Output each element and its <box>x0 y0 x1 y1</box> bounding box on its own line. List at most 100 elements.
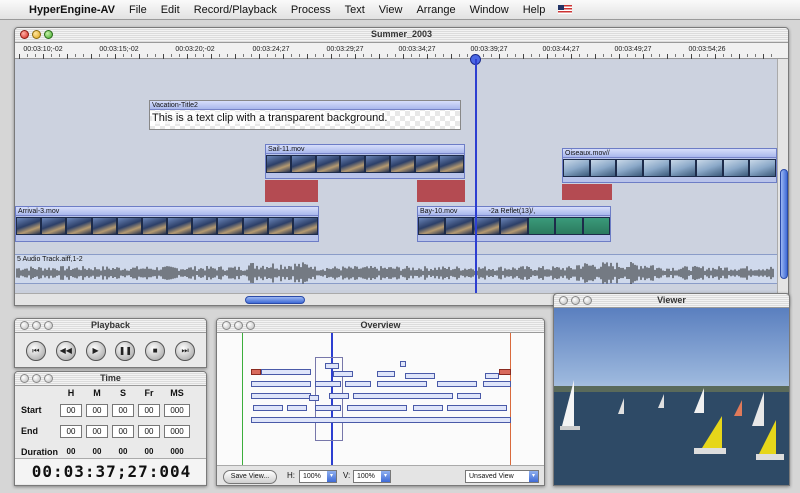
transition-marker[interactable] <box>417 180 465 202</box>
ruler-tick <box>395 54 396 57</box>
frame-thumbnail <box>419 218 445 234</box>
timeline-titlebar[interactable]: Summer_2003 <box>15 28 788 43</box>
menu-app-name[interactable]: HyperEngine-AV <box>22 0 122 20</box>
ruler-tick <box>675 54 676 57</box>
overview-clip[interactable] <box>315 405 341 411</box>
start-frames-field[interactable]: 00 <box>138 404 160 417</box>
overview-clip[interactable] <box>251 369 261 375</box>
ruler-tick <box>483 54 484 57</box>
overview-clip[interactable] <box>325 363 339 369</box>
overview-clip[interactable] <box>437 381 477 387</box>
video-clip[interactable]: Arrival-3.mov <box>15 206 319 242</box>
start-seconds-field[interactable]: 00 <box>112 404 134 417</box>
overview-viewport-frame[interactable] <box>315 357 343 441</box>
menu-file[interactable]: File <box>122 0 154 20</box>
ruler-tick <box>515 54 516 57</box>
horizontal-zoom-select[interactable]: 100% ▾ <box>299 470 337 483</box>
us-flag-icon[interactable] <box>558 5 573 14</box>
menu-text[interactable]: Text <box>338 0 372 20</box>
ruler-tick <box>523 54 524 59</box>
overview-clip[interactable] <box>347 405 407 411</box>
vertical-zoom-select[interactable]: 100% ▾ <box>353 470 391 483</box>
text-clip[interactable]: Vacation-Title2 This is a text clip with… <box>149 100 461 130</box>
frame-thumbnail <box>168 218 192 234</box>
vertical-scroll-thumb[interactable] <box>780 169 788 279</box>
menu-window[interactable]: Window <box>463 0 516 20</box>
time-ruler[interactable]: 00:03:10;-02 00:03:15;-02 00:03:20;-02 0… <box>15 43 788 59</box>
transition-marker[interactable] <box>265 180 318 202</box>
viewer-titlebar[interactable]: Viewer <box>554 294 789 308</box>
ruler-tick <box>419 54 420 57</box>
frame-thumbnail <box>142 218 167 234</box>
start-ms-field[interactable]: 000 <box>164 404 190 417</box>
menu-help[interactable]: Help <box>516 0 553 20</box>
step-back-button[interactable]: ◀◀ <box>55 340 76 361</box>
overview-clip[interactable] <box>333 371 353 377</box>
overview-clip[interactable] <box>253 405 283 411</box>
pause-button[interactable]: ❚❚ <box>115 340 136 361</box>
audio-track[interactable]: 5 Audio Track.aiff,1-2 <box>15 254 777 285</box>
time-titlebar[interactable]: Time <box>15 372 206 386</box>
vertical-scrollbar[interactable] <box>777 59 788 293</box>
video-clip[interactable]: Bay-10.mov -2a Reflet(13)/, <box>417 206 611 242</box>
overview-clip[interactable] <box>377 371 395 377</box>
ruler-tick <box>723 54 724 57</box>
vertical-zoom-label: V: <box>343 471 351 480</box>
playhead-line[interactable] <box>475 59 477 305</box>
menu-record-playback[interactable]: Record/Playback <box>187 0 284 20</box>
overview-clip[interactable] <box>345 381 371 387</box>
rewind-to-start-button[interactable]: ⏮ <box>25 340 46 361</box>
transition-marker[interactable] <box>562 184 612 200</box>
playback-titlebar[interactable]: Playback <box>15 319 206 333</box>
save-view-button[interactable]: Save View... <box>223 470 277 484</box>
ruler-tick <box>347 54 348 57</box>
ruler-tick <box>67 54 68 59</box>
overview-clip[interactable] <box>309 395 319 401</box>
menu-process[interactable]: Process <box>284 0 338 20</box>
overview-clip[interactable] <box>413 405 443 411</box>
overview-clip[interactable] <box>447 405 507 411</box>
stop-button[interactable]: ■ <box>145 340 166 361</box>
menu-edit[interactable]: Edit <box>154 0 187 20</box>
overview-clip[interactable] <box>251 381 311 387</box>
overview-clip[interactable] <box>353 393 453 399</box>
ruler-tick <box>235 54 236 59</box>
ruler-tick <box>43 54 44 59</box>
horizontal-scroll-thumb[interactable] <box>245 296 305 304</box>
menu-view[interactable]: View <box>372 0 410 20</box>
overview-canvas[interactable] <box>217 333 544 465</box>
ruler-tick <box>627 54 628 57</box>
overview-clip[interactable] <box>499 369 511 375</box>
start-minutes-field[interactable]: 00 <box>86 404 108 417</box>
overview-clip[interactable] <box>405 373 435 379</box>
end-ms-field[interactable]: 000 <box>164 425 190 438</box>
saved-view-select[interactable]: Unsaved View ▾ <box>465 470 539 483</box>
start-hours-field[interactable]: 00 <box>60 404 82 417</box>
overview-clip[interactable] <box>251 417 511 423</box>
video-clip[interactable]: Oiseaux.mov// <box>562 148 777 183</box>
overview-clip[interactable] <box>457 393 481 399</box>
play-button[interactable]: ▶ <box>85 340 106 361</box>
duration-hours: 00 <box>66 447 76 456</box>
overview-clip[interactable] <box>251 393 311 399</box>
forward-to-end-button[interactable]: ⏭ <box>175 340 196 361</box>
start-label: Start <box>21 405 42 415</box>
overview-clip[interactable] <box>400 361 406 367</box>
overview-clip[interactable] <box>377 381 427 387</box>
ruler-tick <box>267 54 268 57</box>
end-minutes-field[interactable]: 00 <box>86 425 108 438</box>
video-clip[interactable]: Sail-11.mov <box>265 144 465 179</box>
overview-clip[interactable] <box>329 393 349 399</box>
overview-clip[interactable] <box>287 405 307 411</box>
end-frames-field[interactable]: 00 <box>138 425 160 438</box>
overview-clip[interactable] <box>315 381 341 387</box>
column-header-minutes: M <box>93 388 101 398</box>
ruler-tick <box>579 54 580 57</box>
menu-arrange[interactable]: Arrange <box>409 0 462 20</box>
overview-clip[interactable] <box>261 369 311 375</box>
end-hours-field[interactable]: 00 <box>60 425 82 438</box>
overview-titlebar[interactable]: Overview <box>217 319 544 333</box>
overview-clip[interactable] <box>483 381 511 387</box>
overview-clip[interactable] <box>485 373 499 379</box>
end-seconds-field[interactable]: 00 <box>112 425 134 438</box>
